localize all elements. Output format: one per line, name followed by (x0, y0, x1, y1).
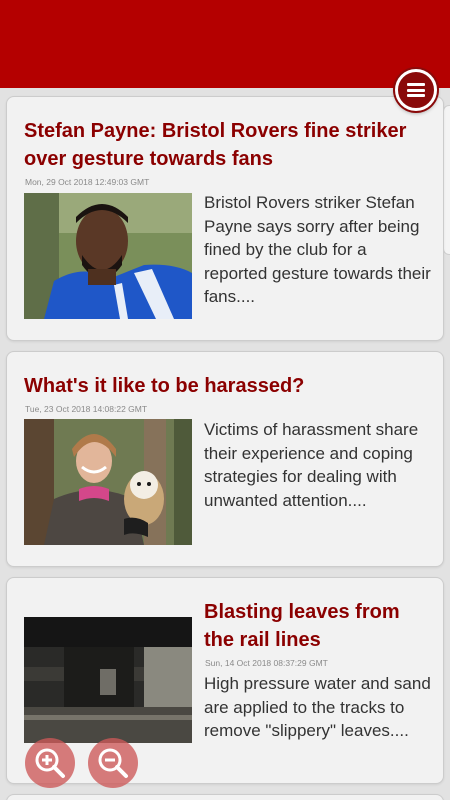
article-title[interactable]: Blasting leaves from the rail lines (204, 598, 434, 654)
article-thumbnail[interactable] (24, 617, 192, 743)
train-wheel-image (24, 617, 192, 743)
article-card[interactable]: Stefan Payne: Bristol Rovers fine strike… (6, 96, 444, 341)
zoom-out-button[interactable] (88, 738, 138, 788)
footballer-image (24, 193, 192, 319)
article-thumbnail[interactable] (24, 419, 192, 545)
article-title[interactable]: What's it like to be harassed? (24, 372, 424, 400)
article-date: Mon, 29 Oct 2018 12:49:03 GMT (25, 177, 150, 187)
zoom-in-icon (35, 748, 65, 778)
article-title[interactable]: Stefan Payne: Bristol Rovers fine strike… (24, 117, 424, 173)
article-summary: Bristol Rovers striker Stefan Payne says… (204, 193, 431, 306)
menu-button[interactable] (395, 69, 437, 111)
article-card[interactable]: What's it like to be harassed? Tue, 23 O… (6, 351, 444, 567)
next-panel-edge[interactable] (443, 105, 450, 255)
article-thumbnail[interactable] (24, 193, 192, 319)
article-date: Tue, 23 Oct 2018 14:08:22 GMT (25, 404, 148, 414)
article-date: Sun, 14 Oct 2018 08:37:29 GMT (205, 658, 328, 668)
article-summary: Victims of harassment share their experi… (204, 420, 419, 510)
article-summary: High pressure water and sand are applied… (204, 674, 431, 740)
article-card[interactable] (6, 794, 444, 800)
zoom-in-button[interactable] (25, 738, 75, 788)
header-faded-text (168, 78, 288, 88)
zoom-out-icon (98, 748, 128, 778)
hamburger-menu-icon (407, 83, 425, 97)
woman-with-owl-image (24, 419, 192, 545)
app-header (0, 0, 450, 88)
